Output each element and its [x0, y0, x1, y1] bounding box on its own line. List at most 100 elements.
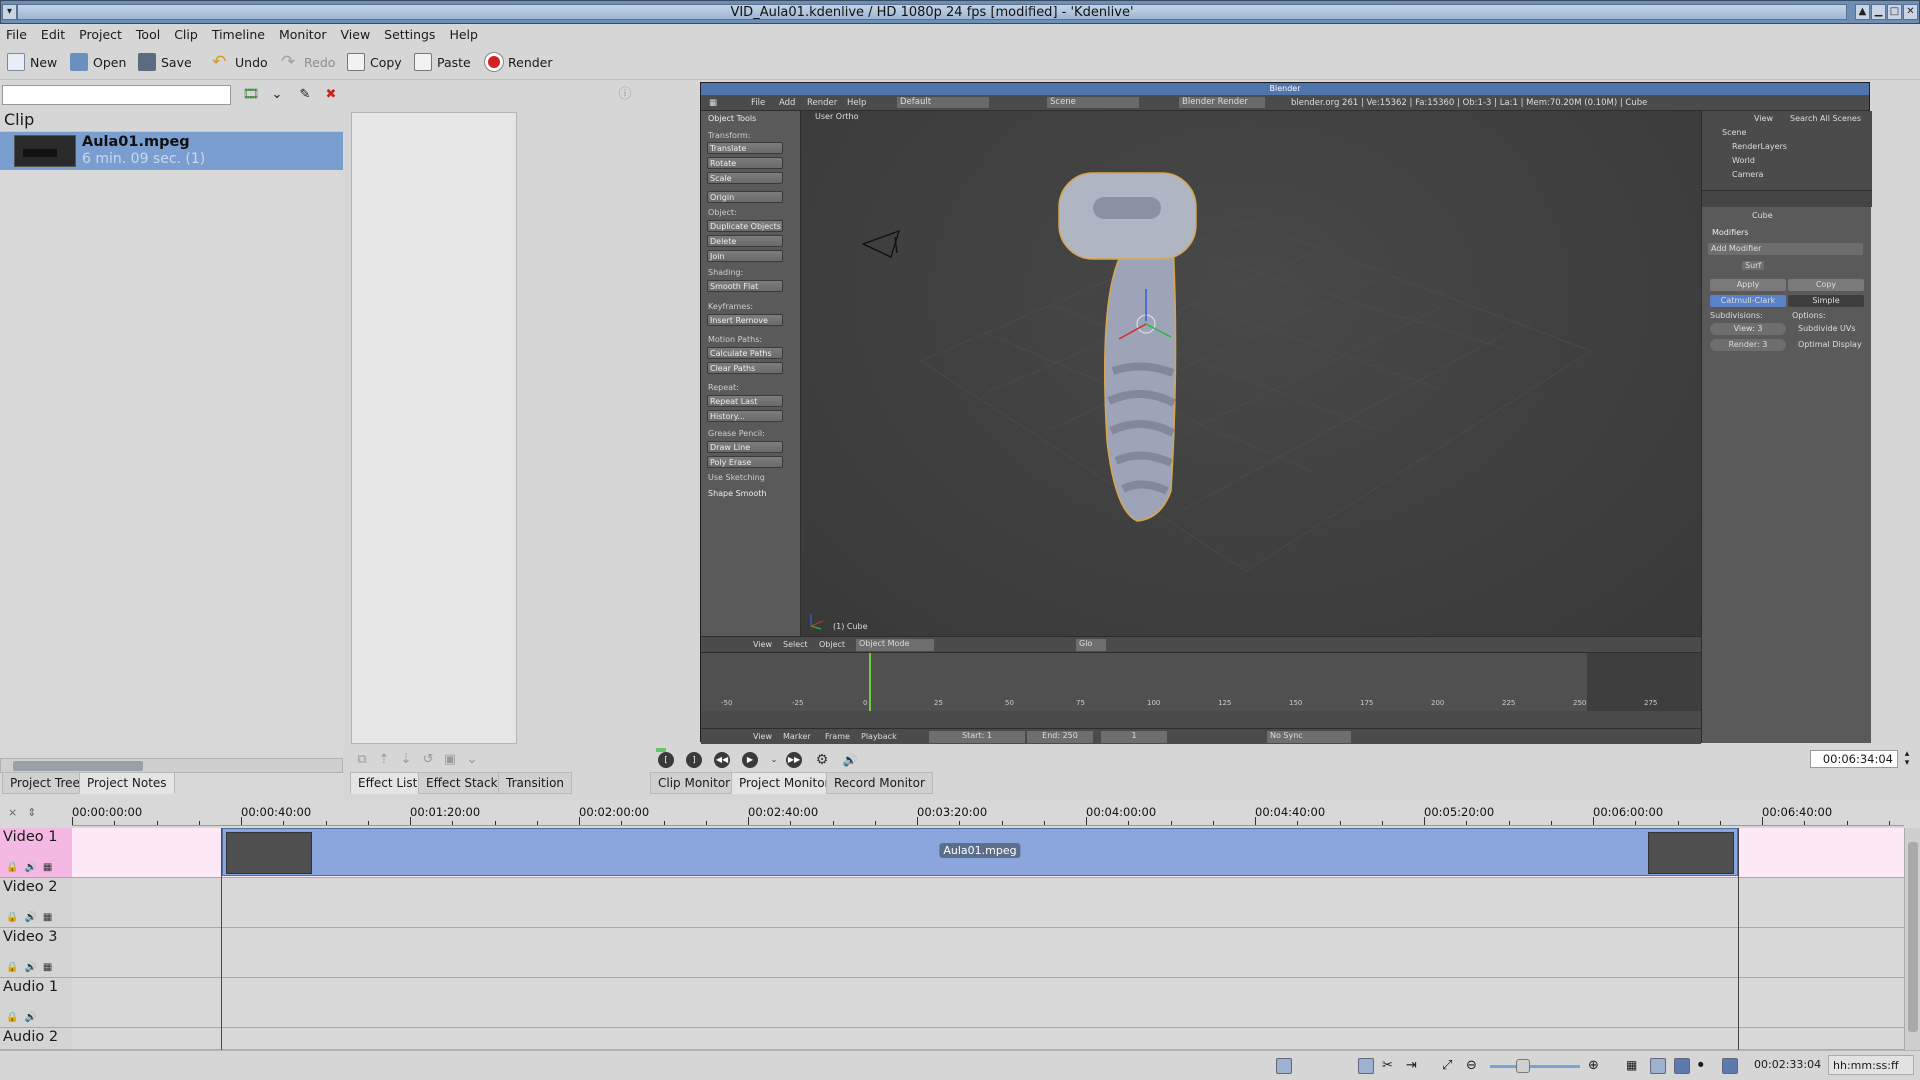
save-button[interactable]: Save — [138, 50, 192, 74]
tab-clip-monitor[interactable]: Clip Monitor — [650, 772, 739, 794]
tab-effect-stack[interactable]: Effect Stack — [418, 772, 506, 794]
render-button[interactable]: Render — [485, 50, 553, 74]
blender-menu-file: File — [751, 98, 766, 108]
clip-list-item[interactable]: Aula01.mpeg 6 min. 09 sec. (1) — [0, 132, 343, 170]
play-menu-icon[interactable]: ⌄ — [766, 752, 782, 768]
window-menu-icon[interactable]: ▾ — [2, 4, 17, 20]
timeline-ruler[interactable]: 00:00:00:00 00:00:40:00 00:01:20:00 00:02:0… — [72, 800, 1904, 826]
monitor-settings-icon[interactable]: ⚙ — [814, 752, 830, 768]
zoom-slider[interactable] — [1490, 1065, 1580, 1068]
scrollbar-thumb[interactable] — [1908, 842, 1918, 1032]
menu-help[interactable]: Help — [442, 24, 485, 43]
redo-button[interactable]: ↷ Redo — [281, 50, 335, 74]
split-audio-icon[interactable] — [1674, 1058, 1690, 1074]
new-button[interactable]: New — [7, 50, 57, 74]
track-header-video3[interactable]: Video 3 🔒🔊▦ — [0, 928, 72, 978]
effect-menu-icon[interactable]: ⌄ — [461, 752, 483, 768]
audio-thumbnails-icon[interactable] — [1300, 1058, 1316, 1074]
menu-project[interactable]: Project — [72, 24, 129, 43]
project-monitor-view[interactable]: Blender ▦ File Add Render Help Default S… — [700, 82, 1920, 744]
window-titlebar[interactable]: ▾ VID_Aula01.kdenlive / HD 1080p 24 fps … — [0, 0, 1920, 24]
timeline-vertical-scrollbar[interactable] — [1904, 828, 1920, 1050]
maximize-button[interactable]: □ — [1887, 4, 1902, 20]
track-video2[interactable] — [72, 878, 1904, 928]
menu-settings[interactable]: Settings — [377, 24, 442, 43]
timecode-spinner-icon[interactable]: ▴ ▾ — [1900, 750, 1914, 768]
paste-button[interactable]: Paste — [414, 50, 471, 74]
tab-project-notes[interactable]: Project Notes — [79, 772, 175, 794]
play-icon[interactable]: ▶ — [742, 752, 758, 768]
effect-add-icon[interactable]: ⧉ — [351, 752, 373, 768]
bin-horizontal-scrollbar[interactable] — [0, 758, 343, 773]
zoom-out-icon[interactable]: ⊖ — [1466, 1058, 1482, 1074]
origin-button: Origin — [707, 191, 783, 203]
volume-icon[interactable]: 🔊 — [842, 752, 858, 768]
add-clip-icon[interactable]: 🎞 — [242, 86, 260, 104]
set-zone-start-icon[interactable]: [ — [658, 752, 674, 768]
track-controls-icons[interactable]: 🔒🔊▦ — [6, 912, 58, 923]
tab-record-monitor[interactable]: Record Monitor — [826, 772, 933, 794]
record-track-icon[interactable]: ⏺ — [1698, 1058, 1714, 1074]
timecode-format-dropdown[interactable]: hh:mm:ss:ff — [1828, 1055, 1914, 1075]
razor-tool-icon[interactable]: ✂ — [1382, 1058, 1398, 1074]
menu-tool[interactable]: Tool — [129, 24, 167, 43]
track-audio2[interactable] — [72, 1028, 1904, 1050]
tab-project-tree[interactable]: Project Tree — [2, 772, 88, 794]
tab-transition[interactable]: Transition — [498, 772, 573, 794]
select-tool-icon[interactable] — [1358, 1058, 1374, 1074]
timeline-header-tools[interactable]: ⨯⇕ — [0, 800, 72, 826]
menu-timeline[interactable]: Timeline — [205, 24, 272, 43]
delete-clip-icon[interactable]: ✖ — [322, 86, 340, 104]
track-header-video1[interactable]: Video 1 🔒🔊▦ — [0, 828, 72, 878]
menu-monitor[interactable]: Monitor — [272, 24, 334, 43]
rewind-icon[interactable]: ◀◀ — [714, 752, 730, 768]
frame-tick-label: 175 — [1360, 699, 1374, 707]
track-header-audio1[interactable]: Audio 1 🔒🔊 — [0, 978, 72, 1028]
save-effect-icon[interactable]: ▣ — [439, 752, 461, 768]
ruler-label: 00:01:20:00 — [410, 805, 481, 819]
timeline-frame: Frame — [825, 732, 850, 741]
tab-effect-list[interactable]: Effect List — [350, 772, 426, 794]
edit-clip-icon[interactable]: ✎ — [296, 86, 314, 104]
minimize-button[interactable]: ▁ — [1871, 4, 1886, 20]
menu-view[interactable]: View — [334, 24, 378, 43]
copy-button[interactable]: Copy — [347, 50, 402, 74]
show-markers-icon[interactable]: ▦ — [1626, 1058, 1642, 1074]
track-video3[interactable] — [72, 928, 1904, 978]
monitor-timecode[interactable]: 00:06:34:04 — [1810, 750, 1898, 768]
menu-file[interactable]: File — [0, 24, 34, 43]
scrollbar-thumb[interactable] — [13, 761, 143, 771]
move-down-icon[interactable]: ⇣ — [395, 752, 417, 768]
reset-icon[interactable]: ↺ — [417, 752, 439, 768]
ripple-icon[interactable] — [1722, 1058, 1738, 1074]
open-button[interactable]: Open — [70, 50, 126, 74]
video-thumbnails-icon[interactable] — [1276, 1058, 1292, 1074]
track-controls-icons[interactable]: 🔒🔊▦ — [6, 962, 58, 973]
track-video1[interactable]: Aula01.mpeg — [72, 828, 1904, 878]
zoom-in-icon[interactable]: ⊕ — [1588, 1058, 1604, 1074]
timeline-clip[interactable]: Aula01.mpeg — [222, 828, 1738, 876]
menu-edit[interactable]: Edit — [34, 24, 72, 43]
fit-zoom-icon[interactable]: ⤢ — [1442, 1058, 1458, 1074]
add-clip-dropdown-icon[interactable]: ⌄ — [268, 86, 286, 104]
track-header-video2[interactable]: Video 2 🔒🔊▦ — [0, 878, 72, 928]
ruler-label: 00:00:40:00 — [241, 805, 312, 819]
track-controls-icons[interactable]: 🔒🔊 — [6, 1012, 43, 1023]
track-header-audio2[interactable]: Audio 2 — [0, 1028, 72, 1050]
window-shade-button[interactable]: ▲ — [1855, 4, 1870, 20]
track-audio1[interactable] — [72, 978, 1904, 1028]
snap-icon[interactable] — [1650, 1058, 1666, 1074]
spacer-tool-icon[interactable]: ⇥ — [1406, 1058, 1422, 1074]
close-button[interactable]: ✕ — [1903, 4, 1918, 20]
timeline-cursor-line[interactable] — [221, 828, 222, 1050]
undo-button[interactable]: ↶ Undo — [212, 50, 268, 74]
set-zone-end-icon[interactable]: ] — [686, 752, 702, 768]
zoom-slider-handle[interactable] — [1516, 1059, 1530, 1073]
clip-column-header[interactable]: Clip — [0, 108, 344, 132]
bin-search-input[interactable] — [2, 85, 231, 105]
menu-clip[interactable]: Clip — [167, 24, 205, 43]
tab-project-monitor[interactable]: Project Monitor — [731, 772, 838, 794]
track-controls-icons[interactable]: 🔒🔊▦ — [6, 862, 58, 873]
forward-icon[interactable]: ▶▶ — [786, 752, 802, 768]
move-up-icon[interactable]: ⇡ — [373, 752, 395, 768]
